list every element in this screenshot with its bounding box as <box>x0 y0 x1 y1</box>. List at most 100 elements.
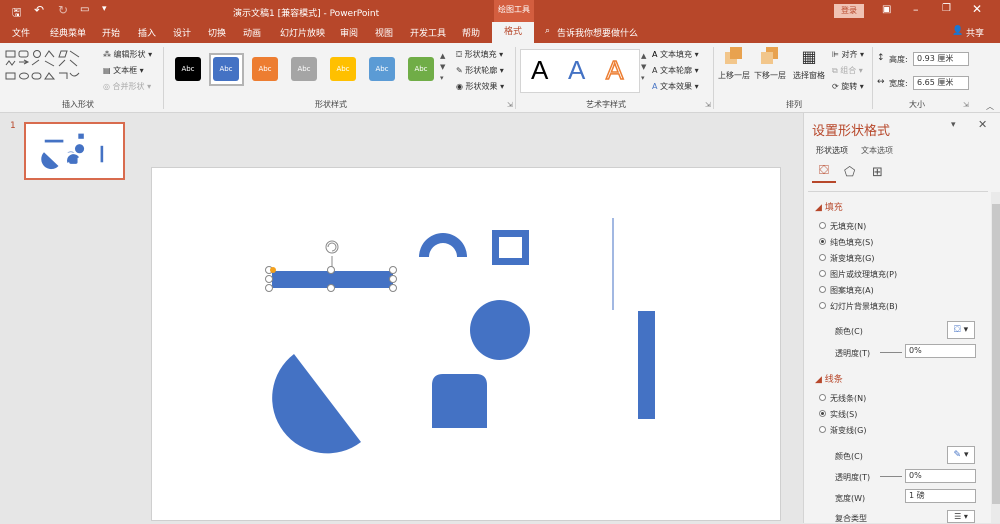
rounded-rectangle-shape[interactable] <box>432 374 487 428</box>
fill-transparency-slider[interactable] <box>880 352 902 353</box>
redo-icon[interactable]: ↻ <box>58 3 68 17</box>
fill-option-picture[interactable]: 图片或纹理填充(P) <box>819 269 897 280</box>
line-color-picker[interactable]: ✎ ▾ <box>947 446 975 464</box>
line-option-none[interactable]: 无线条(N) <box>819 393 866 404</box>
style-swatch-orange[interactable]: Abc <box>252 57 278 81</box>
minimize-icon[interactable]: – <box>913 3 919 16</box>
undo-icon[interactable]: ↶ <box>34 3 44 17</box>
circle-shape[interactable] <box>470 300 530 360</box>
bring-forward-button[interactable]: 上移一层 <box>716 47 752 97</box>
rotation-handle-icon[interactable] <box>325 240 339 254</box>
collapse-ribbon-icon[interactable]: ︿ <box>986 101 994 112</box>
rotate-button[interactable]: ⟳ 旋转 ▾ <box>832 81 864 92</box>
pane-scrollbar[interactable] <box>991 192 1000 523</box>
close-icon[interactable]: ✕ <box>972 2 982 16</box>
frame-shape[interactable] <box>492 230 529 265</box>
text-box-button[interactable]: ▤ 文本框 ▾ <box>103 65 144 76</box>
text-outline-button[interactable]: A 文本轮廓 ▾ <box>652 65 699 76</box>
text-effects-button[interactable]: A 文本效果 ▾ <box>652 81 699 92</box>
effects-pentagon-icon[interactable]: ⬠ <box>844 165 855 180</box>
radio-button[interactable] <box>819 286 826 293</box>
radio-button-selected[interactable] <box>819 238 826 245</box>
tab-slideshow[interactable]: 幻灯片放映 <box>280 26 325 39</box>
present-icon[interactable]: ▭ <box>80 4 89 15</box>
tab-animations[interactable]: 动画 <box>243 26 261 39</box>
dialog-launcher-icon[interactable]: ⇲ <box>963 101 969 109</box>
fill-option-none[interactable]: 无填充(N) <box>819 221 866 232</box>
size-properties-icon[interactable]: ⊞ <box>872 165 883 180</box>
style-swatch-green[interactable]: Abc <box>408 57 434 81</box>
compound-type-dropdown[interactable]: ☰ ▾ <box>947 510 975 523</box>
tab-home[interactable]: 开始 <box>102 26 120 39</box>
tab-format[interactable]: 格式 <box>492 22 534 43</box>
radio-button[interactable] <box>819 394 826 401</box>
login-button[interactable]: 登录 <box>834 4 864 18</box>
height-input[interactable]: 0.93 厘米 <box>913 52 969 66</box>
slide-canvas[interactable] <box>151 167 781 521</box>
half-circle-shape[interactable] <box>272 354 361 454</box>
style-swatch-gold[interactable]: Abc <box>330 57 356 81</box>
radio-button[interactable] <box>819 302 826 309</box>
wordart-gallery[interactable]: A A A <box>520 49 640 93</box>
tab-file[interactable]: 文件 <box>12 26 30 39</box>
align-button[interactable]: ⊫ 对齐 ▾ <box>832 49 864 60</box>
line-option-gradient[interactable]: 渐变线(G) <box>819 425 866 436</box>
text-fill-button[interactable]: A 文本填充 ▾ <box>652 49 699 60</box>
shape-effects-button[interactable]: ◉ 形状效果 ▾ <box>456 81 504 92</box>
wordart-gallery-scroll[interactable]: ▲ ▼ ▾ <box>641 51 646 84</box>
tab-classic-menu[interactable]: 经典菜单 <box>50 26 86 39</box>
save-icon[interactable]: 🖫 <box>12 4 21 23</box>
merge-shapes-button[interactable]: ◎ 合并形状 ▾ <box>103 81 151 92</box>
customize-icon[interactable]: ▾ <box>102 4 107 14</box>
pane-close-icon[interactable]: ✕ <box>978 118 987 131</box>
dialog-launcher-icon[interactable]: ⇲ <box>705 101 711 109</box>
shape-gallery[interactable] <box>4 48 96 92</box>
tab-shape-options[interactable]: 形状选项 <box>816 145 848 156</box>
edit-shape-button[interactable]: ⁂ 编辑形状 ▾ <box>103 49 152 60</box>
tab-developer[interactable]: 开发工具 <box>410 26 446 39</box>
line-option-solid[interactable]: 实线(S) <box>819 409 857 420</box>
style-swatch-black[interactable]: Abc <box>175 57 201 81</box>
tall-rectangle-shape[interactable] <box>638 311 655 419</box>
radio-button[interactable] <box>819 222 826 229</box>
style-swatch-gray[interactable]: Abc <box>291 57 317 81</box>
fill-option-solid[interactable]: 纯色填充(S) <box>819 237 873 248</box>
fill-option-gradient[interactable]: 渐变填充(G) <box>819 253 874 264</box>
radio-button[interactable] <box>819 254 826 261</box>
group-button[interactable]: ⧉ 组合 ▾ <box>832 65 863 76</box>
wordart-style-black[interactable]: A <box>531 55 548 86</box>
tell-me-input[interactable]: 告诉我你想要做什么 <box>557 26 638 39</box>
style-swatch-blue-selected[interactable]: Abc <box>213 57 239 81</box>
fill-option-slide-background[interactable]: 幻灯片背景填充(B) <box>819 301 898 312</box>
tab-insert[interactable]: 插入 <box>138 26 156 39</box>
style-swatch-lightblue[interactable]: Abc <box>369 57 395 81</box>
dialog-launcher-icon[interactable]: ⇲ <box>507 101 513 109</box>
fill-option-pattern[interactable]: 图案填充(A) <box>819 285 874 296</box>
ribbon-options-icon[interactable]: ▣ <box>882 4 891 15</box>
fill-section-header[interactable]: ◢ 填充 <box>815 200 843 213</box>
wordart-style-outline[interactable]: A <box>605 54 624 86</box>
shape-fill-button[interactable]: ⛋ 形状填充 ▾ <box>456 49 503 60</box>
radio-button[interactable] <box>819 270 826 277</box>
slide-thumbnail[interactable] <box>24 122 125 180</box>
fill-color-picker[interactable]: ⛋ ▾ <box>947 321 975 339</box>
line-width-input[interactable]: 1 磅 <box>905 489 976 503</box>
fill-line-icon[interactable]: ⛋ <box>812 163 836 183</box>
tab-review[interactable]: 审阅 <box>340 26 358 39</box>
fill-transparency-input[interactable]: 0% <box>905 344 976 358</box>
selection-pane-button[interactable]: ▦ 选择窗格 <box>790 47 828 97</box>
line-transparency-slider[interactable] <box>880 476 902 477</box>
share-button[interactable]: 共享 <box>966 26 984 39</box>
pane-options-icon[interactable]: ▾ <box>951 120 956 130</box>
tab-transitions[interactable]: 切换 <box>208 26 226 39</box>
arch-shape[interactable] <box>419 233 467 257</box>
line-section-header[interactable]: ◢ 线条 <box>815 372 843 385</box>
style-gallery-scroll[interactable]: ▲ ▼ ▾ <box>440 51 445 84</box>
line-transparency-input[interactable]: 0% <box>905 469 976 483</box>
restore-icon[interactable]: ❐ <box>942 3 951 14</box>
width-input[interactable]: 6.65 厘米 <box>913 76 969 90</box>
wordart-style-blue[interactable]: A <box>568 55 585 86</box>
tab-design[interactable]: 设计 <box>173 26 191 39</box>
shape-outline-button[interactable]: ✎ 形状轮廓 ▾ <box>456 65 504 76</box>
send-backward-button[interactable]: 下移一层 <box>752 47 788 97</box>
